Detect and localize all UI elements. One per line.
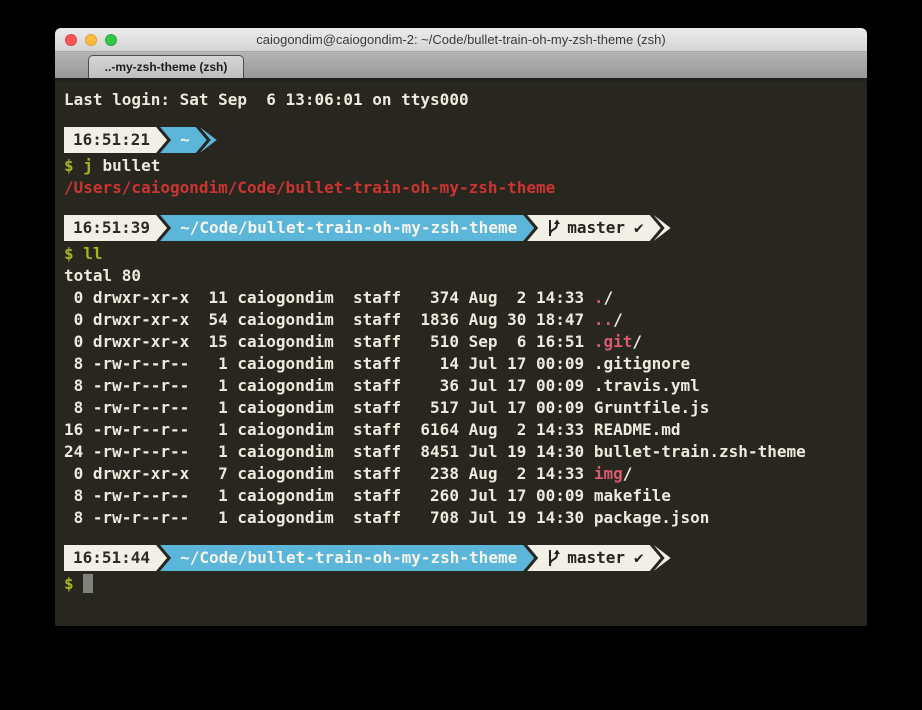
traffic-lights bbox=[65, 34, 117, 46]
prompt-time: 16:51:21 bbox=[73, 127, 150, 153]
git-branch-name: master bbox=[567, 215, 625, 241]
prompt-dir: ~/Code/bullet-train-oh-my-zsh-theme bbox=[180, 545, 517, 571]
command-line: $ ll bbox=[64, 243, 867, 265]
file-row: 8 -rw-r--r-- 1 caiogondim staff 14 Jul 1… bbox=[64, 353, 867, 375]
window-title: caiogondim@caiogondim-2: ~/Code/bullet-t… bbox=[256, 32, 666, 47]
prompt-line-1: 16:51:21 ~ bbox=[64, 127, 867, 153]
git-branch-icon bbox=[547, 218, 560, 238]
prompt-line-3: 16:51:44 ~/Code/bullet-train-oh-my-zsh-t… bbox=[64, 545, 867, 571]
prompt-line-2: 16:51:39 ~/Code/bullet-train-oh-my-zsh-t… bbox=[64, 215, 867, 241]
tab-bar: ..-my-zsh-theme (zsh) bbox=[55, 52, 867, 81]
prompt-time: 16:51:39 bbox=[73, 215, 150, 241]
prompt-char: $ bbox=[64, 574, 74, 593]
file-row: 0 drwxr-xr-x 54 caiogondim staff 1836 Au… bbox=[64, 309, 867, 331]
terminal-content[interactable]: Last login: Sat Sep 6 13:06:01 on ttys00… bbox=[55, 81, 867, 626]
file-row: 0 drwxr-xr-x 7 caiogondim staff 238 Aug … bbox=[64, 463, 867, 485]
prompt-dir-segment: ~/Code/bullet-train-oh-my-zsh-theme bbox=[160, 545, 534, 571]
prompt-dir-segment: ~/Code/bullet-train-oh-my-zsh-theme bbox=[160, 215, 534, 241]
prompt-time-segment: 16:51:44 bbox=[64, 545, 167, 571]
prompt-dir: ~/Code/bullet-train-oh-my-zsh-theme bbox=[180, 215, 517, 241]
terminal-cursor bbox=[83, 574, 93, 593]
prompt-char: $ bbox=[64, 244, 74, 263]
minimize-button[interactable] bbox=[85, 34, 97, 46]
file-row: 16 -rw-r--r-- 1 caiogondim staff 6164 Au… bbox=[64, 419, 867, 441]
prompt-time-segment: 16:51:39 bbox=[64, 215, 167, 241]
file-row: 0 drwxr-xr-x 15 caiogondim staff 510 Sep… bbox=[64, 331, 867, 353]
command-arg: bullet bbox=[93, 156, 160, 175]
total-line: total 80 bbox=[64, 265, 867, 287]
last-login-line: Last login: Sat Sep 6 13:06:01 on ttys00… bbox=[64, 89, 867, 111]
prompt-time-segment: 16:51:21 bbox=[64, 127, 167, 153]
close-button[interactable] bbox=[65, 34, 77, 46]
file-row: 8 -rw-r--r-- 1 caiogondim staff 517 Jul … bbox=[64, 397, 867, 419]
git-branch-icon bbox=[547, 548, 560, 568]
git-status-clean-icon: ✔ bbox=[634, 545, 644, 571]
tab-label: ..-my-zsh-theme (zsh) bbox=[105, 60, 228, 74]
git-branch-name: master bbox=[567, 545, 625, 571]
output-path-line: /Users/caiogondim/Code/bullet-train-oh-m… bbox=[64, 177, 867, 199]
command-line: $ j bullet bbox=[64, 155, 867, 177]
command-line-current: $ bbox=[64, 573, 867, 595]
file-row: 8 -rw-r--r-- 1 caiogondim staff 36 Jul 1… bbox=[64, 375, 867, 397]
tab-zsh[interactable]: ..-my-zsh-theme (zsh) bbox=[88, 55, 244, 78]
file-row: 0 drwxr-xr-x 11 caiogondim staff 374 Aug… bbox=[64, 287, 867, 309]
file-row: 24 -rw-r--r-- 1 caiogondim staff 8451 Ju… bbox=[64, 441, 867, 463]
file-row: 8 -rw-r--r-- 1 caiogondim staff 708 Jul … bbox=[64, 507, 867, 529]
command-text: ll bbox=[74, 244, 103, 263]
zoom-button[interactable] bbox=[105, 34, 117, 46]
git-status-clean-icon: ✔ bbox=[634, 215, 644, 241]
title-bar[interactable]: caiogondim@caiogondim-2: ~/Code/bullet-t… bbox=[55, 28, 867, 52]
prompt-dir: ~ bbox=[180, 127, 190, 153]
prompt-git-segment: master ✔ bbox=[527, 215, 660, 241]
file-row: 8 -rw-r--r-- 1 caiogondim staff 260 Jul … bbox=[64, 485, 867, 507]
command-text: j bbox=[74, 156, 93, 175]
prompt-git-segment: master ✔ bbox=[527, 545, 660, 571]
prompt-char: $ bbox=[64, 156, 74, 175]
terminal-window: caiogondim@caiogondim-2: ~/Code/bullet-t… bbox=[55, 28, 867, 629]
prompt-time: 16:51:44 bbox=[73, 545, 150, 571]
